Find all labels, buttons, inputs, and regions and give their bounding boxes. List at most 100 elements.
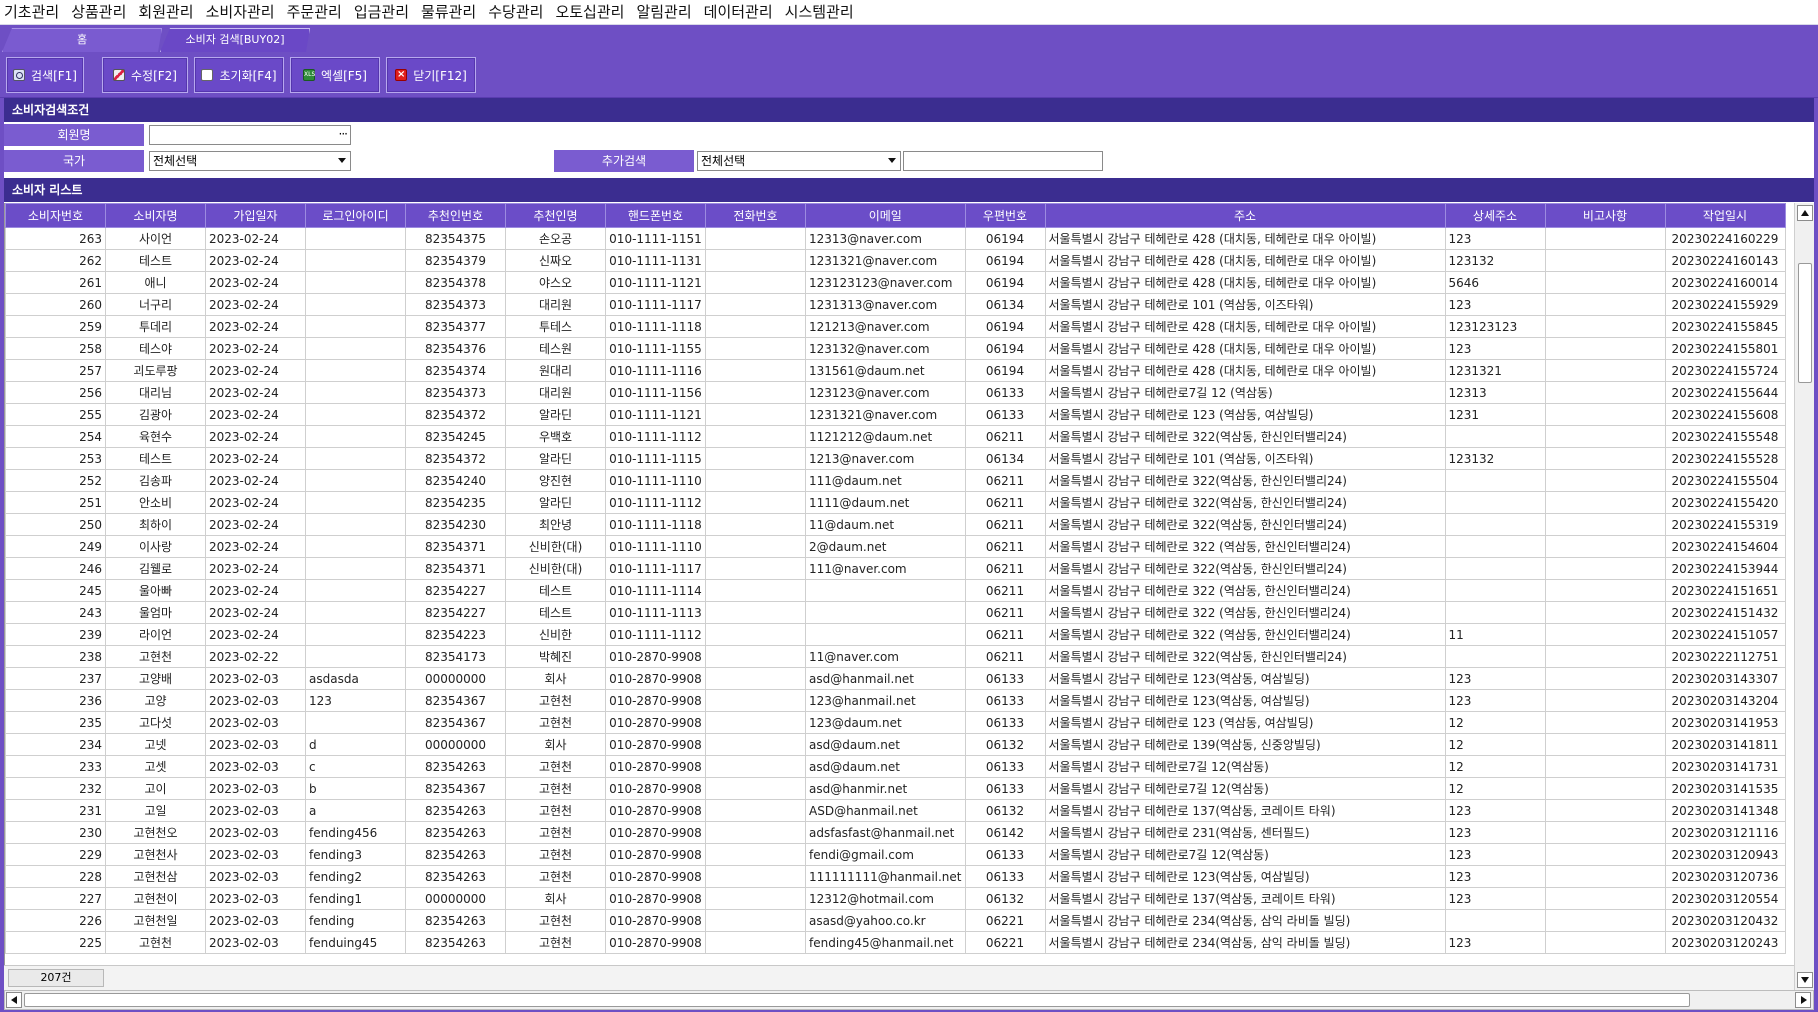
column-header[interactable]: 로그인아이디 [305,203,406,228]
member-name-input[interactable]: ··· [149,125,351,145]
country-select[interactable]: 전체선택 [149,151,351,171]
table-row[interactable]: 254 육현수 2023-02-24 82354245 우백호 010-1111-1112… [5,425,1786,448]
column-header[interactable]: 전화번호 [705,203,806,228]
table-row[interactable]: 231 고일 2023-02-03 a 82354263 고현천 010-2870-9908… [5,799,1786,822]
table-row[interactable]: 262 테스트 2023-02-24 82354379 신짜오 010-1111-1131… [5,249,1786,272]
column-header[interactable]: 이메일 [805,203,966,228]
edit-button[interactable]: 수정[F2] [102,57,188,93]
excel-button[interactable]: XLS 엑셀[F5] [290,57,380,93]
table-cell [305,623,406,646]
vertical-scrollbar[interactable] [1794,203,1814,990]
menu-item[interactable]: 주문관리 [281,0,348,25]
menu-item[interactable]: 알림관리 [630,0,697,25]
table-row[interactable]: 232 고이 2023-02-03 b 82354367 고현천 010-2870-9908… [5,777,1786,800]
menu-item[interactable]: 물류관리 [415,0,482,25]
table-cell: 82354376 [405,337,506,360]
table-row[interactable]: 259 투데리 2023-02-24 82354377 투테스 010-1111-1118… [5,315,1786,338]
table-row[interactable]: 258 테스야 2023-02-24 82354376 테스원 010-1111-1155… [5,337,1786,360]
table-row[interactable]: 261 애니 2023-02-24 82354378 야스오 010-1111-1121 1… [5,271,1786,294]
menu-item[interactable]: 수당관리 [482,0,549,25]
table-row[interactable]: 252 김송파 2023-02-24 82354240 양진현 010-1111-1110… [5,469,1786,492]
table-row[interactable]: 228 고현천삼 2023-02-03 fending2 82354263 고현천 010-… [5,865,1786,888]
table-cell [305,227,406,250]
search-button[interactable]: 검색[F1] [6,57,84,93]
column-header[interactable]: 추천인번호 [405,203,506,228]
table-row[interactable]: 243 울엄마 2023-02-24 82354227 테스트 010-1111-1113… [5,601,1786,624]
tab-home[interactable]: 홈 [2,28,162,52]
table-cell: 82354372 [405,447,506,470]
table-row[interactable]: 227 고현천이 2023-02-03 fending1 00000000 회사 010-2… [5,887,1786,910]
table-row[interactable]: 250 최하이 2023-02-24 82354230 최안녕 010-1111-1118… [5,513,1786,536]
column-header[interactable]: 소비자번호 [5,203,106,228]
table-cell: 고현천일 [105,909,206,932]
table-row[interactable]: 263 사이언 2023-02-24 82354375 손오공 010-1111-1151… [5,227,1786,250]
vertical-scroll-thumb[interactable] [1798,263,1812,383]
column-header[interactable]: 핸드폰번호 [605,203,706,228]
reset-button[interactable]: 초기화[F4] [194,57,284,93]
menu-item[interactable]: 오토십관리 [549,0,630,25]
table-cell: 2023-02-24 [205,447,306,470]
table-cell [1444,535,1546,558]
table-row[interactable]: 251 안소비 2023-02-24 82354235 알라딘 010-1111-1112… [5,491,1786,514]
table-row[interactable]: 233 고셋 2023-02-03 c 82354263 고현천 010-2870-9908… [5,755,1786,778]
table-cell: 123 [1444,821,1546,844]
table-cell: 06142 [964,821,1046,844]
table-cell: 123 [1444,865,1546,888]
consumer-grid: 소비자번호 소비자명 가입일자 로그인아이디 추천인번호 추천인명 핸드폰번호 전화번호 이메일… [4,203,1794,965]
scroll-left-button[interactable] [6,992,22,1008]
extra-search-input[interactable] [903,151,1103,171]
column-header[interactable]: 가입일자 [205,203,306,228]
table-row[interactable]: 230 고현천오 2023-02-03 fending456 82354263 고현천 01… [5,821,1786,844]
table-row[interactable]: 237 고양배 2023-02-03 asdasda 00000000 회사 010-287… [5,667,1786,690]
column-header[interactable]: 비고사항 [1544,203,1666,228]
table-row[interactable]: 235 고다섯 2023-02-03 82354367 고현천 010-2870-9908… [5,711,1786,734]
table-row[interactable]: 239 라이언 2023-02-24 82354223 신비한 010-1111-1112… [5,623,1786,646]
menu-item[interactable]: 데이터관리 [698,0,779,25]
table-cell: 서울특별시 강남구 테헤란로 428 (대치동, 테헤란로 대우 아이빌) [1044,249,1446,272]
table-cell: 226 [5,909,106,932]
tab-consumer-search[interactable]: 소비자 검색[BUY02] [160,28,310,52]
menu-item[interactable]: 회원관리 [132,0,199,25]
column-header[interactable]: 상세주소 [1444,203,1546,228]
member-lookup-button[interactable]: ··· [339,126,349,142]
menu-item[interactable]: 소비자관리 [200,0,281,25]
table-cell: a [305,799,406,822]
table-cell: 대리원 [505,381,606,404]
menu-item[interactable]: 기초관리 [0,0,65,25]
table-row[interactable]: 249 이사랑 2023-02-24 82354371 신비한(대) 010-1111-1… [5,535,1786,558]
table-row[interactable]: 245 울아빠 2023-02-24 82354227 테스트 010-1111-1114… [5,579,1786,602]
column-header[interactable]: 우편번호 [964,203,1046,228]
scroll-right-button[interactable] [1795,992,1811,1008]
table-cell: fending3 [305,843,406,866]
table-row[interactable]: 253 테스트 2023-02-24 82354372 알라딘 010-1111-1115… [5,447,1786,470]
extra-search-select[interactable]: 전체선택 [697,151,901,171]
column-header[interactable]: 주소 [1044,203,1446,228]
table-row[interactable]: 260 너구리 2023-02-24 82354373 대리원 010-1111-1117… [5,293,1786,316]
table-cell: 00000000 [405,887,506,910]
close-button[interactable]: × 닫기[F12] [386,57,476,93]
table-row[interactable]: 256 대리님 2023-02-24 82354373 대리원 010-1111-1156… [5,381,1786,404]
scroll-down-button[interactable] [1797,972,1813,988]
table-row[interactable]: 226 고현천일 2023-02-03 fending 82354263 고현천 010-2… [5,909,1786,932]
table-row[interactable]: 255 김광아 2023-02-24 82354372 알라딘 010-1111-1121… [5,403,1786,426]
table-row[interactable]: 238 고현천 2023-02-22 82354173 박혜진 010-2870-9908… [5,645,1786,668]
column-header[interactable]: 소비자명 [105,203,206,228]
table-row[interactable]: 257 괴도루팡 2023-02-24 82354374 원대리 010-1111-111… [5,359,1786,382]
table-row[interactable]: 234 고넷 2023-02-03 d 00000000 회사 010-2870-9908 a… [5,733,1786,756]
column-header[interactable]: 추천인명 [505,203,606,228]
horizontal-scrollbar[interactable] [4,990,1814,1010]
column-header[interactable]: 작업일시 [1664,203,1786,228]
menu-item[interactable]: 입금관리 [348,0,415,25]
table-cell: 010-2870-9908 [605,909,706,932]
scroll-up-button[interactable] [1797,205,1813,221]
horizontal-scroll-thumb[interactable] [24,993,1690,1007]
menu-item[interactable]: 상품관리 [65,0,132,25]
table-cell: 사이언 [105,227,206,250]
blank-page-icon [201,69,214,81]
table-cell: 서울특별시 강남구 테헤란로 101 (역삼동, 이즈타워) [1044,293,1446,316]
table-row[interactable]: 225 고현천 2023-02-03 fenduing45 82354263 고현천 010… [5,931,1786,954]
menu-item[interactable]: 시스템관리 [779,0,860,25]
table-row[interactable]: 236 고양 2023-02-03 123 82354367 고현천 010-2870-99… [5,689,1786,712]
table-row[interactable]: 229 고현천사 2023-02-03 fending3 82354263 고현천 010-… [5,843,1786,866]
table-row[interactable]: 246 김웰로 2023-02-24 82354371 신비한(대) 010-1111-1… [5,557,1786,580]
